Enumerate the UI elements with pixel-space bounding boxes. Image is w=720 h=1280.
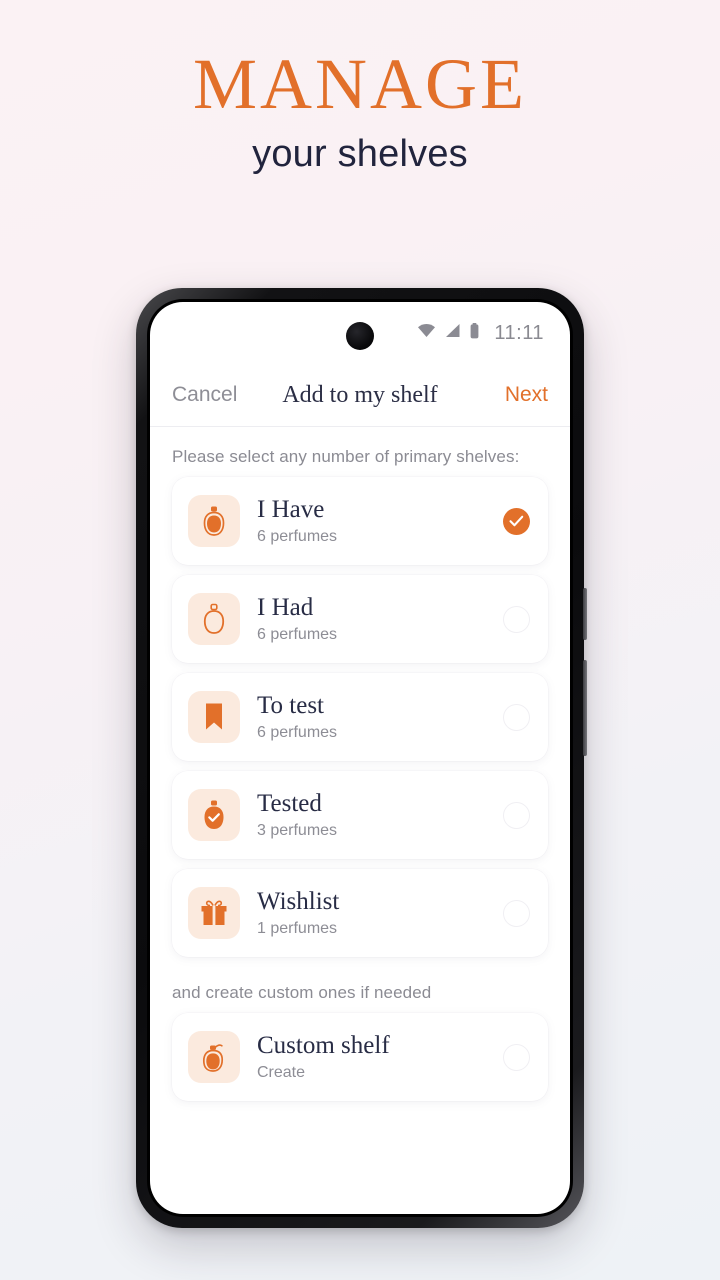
shelf-row-wishlist[interactable]: Wishlist 1 perfumes bbox=[172, 869, 548, 957]
shelf-row-texts: Custom shelf Create bbox=[257, 1032, 503, 1082]
shelf-selection-content: Please select any number of primary shel… bbox=[150, 427, 570, 1101]
phone-power-button[interactable] bbox=[583, 588, 587, 640]
shelf-title: Custom shelf bbox=[257, 1032, 390, 1060]
phone-screen: 11:11 Cancel Add to my shelf Next Please… bbox=[150, 302, 570, 1214]
shelf-subtitle: 6 perfumes bbox=[257, 527, 338, 545]
shelf-title: I Have bbox=[257, 496, 325, 524]
shelf-subtitle: 1 perfumes bbox=[257, 919, 338, 937]
promo-subtitle: your shelves bbox=[252, 133, 468, 176]
shelf-title: I Had bbox=[257, 594, 314, 622]
perfume-bottle-check-icon bbox=[188, 789, 240, 841]
shelf-subtitle: 6 perfumes bbox=[257, 625, 338, 643]
perfume-bottle-outline-icon bbox=[188, 593, 240, 645]
shelf-row-texts: Tested 3 perfumes bbox=[257, 790, 503, 840]
shelf-title: Tested bbox=[257, 790, 322, 818]
shelf-checkbox[interactable] bbox=[503, 703, 530, 731]
shelf-row-to-test[interactable]: To test 6 perfumes bbox=[172, 673, 548, 761]
shelf-checkbox-selected[interactable] bbox=[503, 507, 530, 535]
shelf-title: Wishlist bbox=[257, 888, 340, 916]
shelf-row-custom-shelf[interactable]: Custom shelf Create bbox=[172, 1013, 548, 1101]
shelf-row-texts: Wishlist 1 perfumes bbox=[257, 888, 503, 938]
wifi-icon bbox=[417, 323, 436, 343]
signal-icon bbox=[445, 323, 461, 343]
front-camera-icon bbox=[346, 322, 374, 350]
navigation-bar: Cancel Add to my shelf Next bbox=[150, 364, 570, 426]
bookmark-icon bbox=[188, 691, 240, 743]
phone-bezel: 11:11 Cancel Add to my shelf Next Please… bbox=[147, 299, 573, 1217]
shelf-subtitle: 6 perfumes bbox=[257, 723, 338, 741]
promo-title: MANAGE bbox=[193, 44, 527, 124]
gift-icon bbox=[188, 887, 240, 939]
custom-section-label: and create custom ones if needed bbox=[172, 983, 432, 1002]
shelf-row-tested[interactable]: Tested 3 perfumes bbox=[172, 771, 548, 859]
shelf-checkbox[interactable] bbox=[503, 605, 530, 633]
shelf-checkbox[interactable] bbox=[503, 1043, 530, 1071]
perfume-bottle-filled-icon bbox=[188, 495, 240, 547]
shelf-subtitle: Create bbox=[257, 1063, 306, 1081]
shelf-checkbox[interactable] bbox=[503, 899, 530, 927]
shelf-row-texts: To test 6 perfumes bbox=[257, 692, 503, 742]
perfume-spray-icon bbox=[188, 1031, 240, 1083]
primary-section-label: Please select any number of primary shel… bbox=[172, 447, 520, 466]
shelf-row-texts: I Had 6 perfumes bbox=[257, 594, 503, 644]
shelf-row-i-have[interactable]: I Have 6 perfumes bbox=[172, 477, 548, 565]
phone-volume-button[interactable] bbox=[583, 660, 587, 756]
phone-device-frame: 11:11 Cancel Add to my shelf Next Please… bbox=[136, 288, 587, 1228]
battery-icon bbox=[470, 322, 479, 344]
shelf-title: To test bbox=[257, 692, 324, 720]
shelf-row-texts: I Have 6 perfumes bbox=[257, 496, 503, 546]
shelf-row-i-had[interactable]: I Had 6 perfumes bbox=[172, 575, 548, 663]
shelf-subtitle: 3 perfumes bbox=[257, 821, 338, 839]
shelf-checkbox[interactable] bbox=[503, 801, 530, 829]
next-button[interactable]: Next bbox=[505, 383, 548, 407]
promo-header: MANAGE your shelves bbox=[0, 44, 720, 176]
status-bar-time: 11:11 bbox=[494, 321, 544, 344]
